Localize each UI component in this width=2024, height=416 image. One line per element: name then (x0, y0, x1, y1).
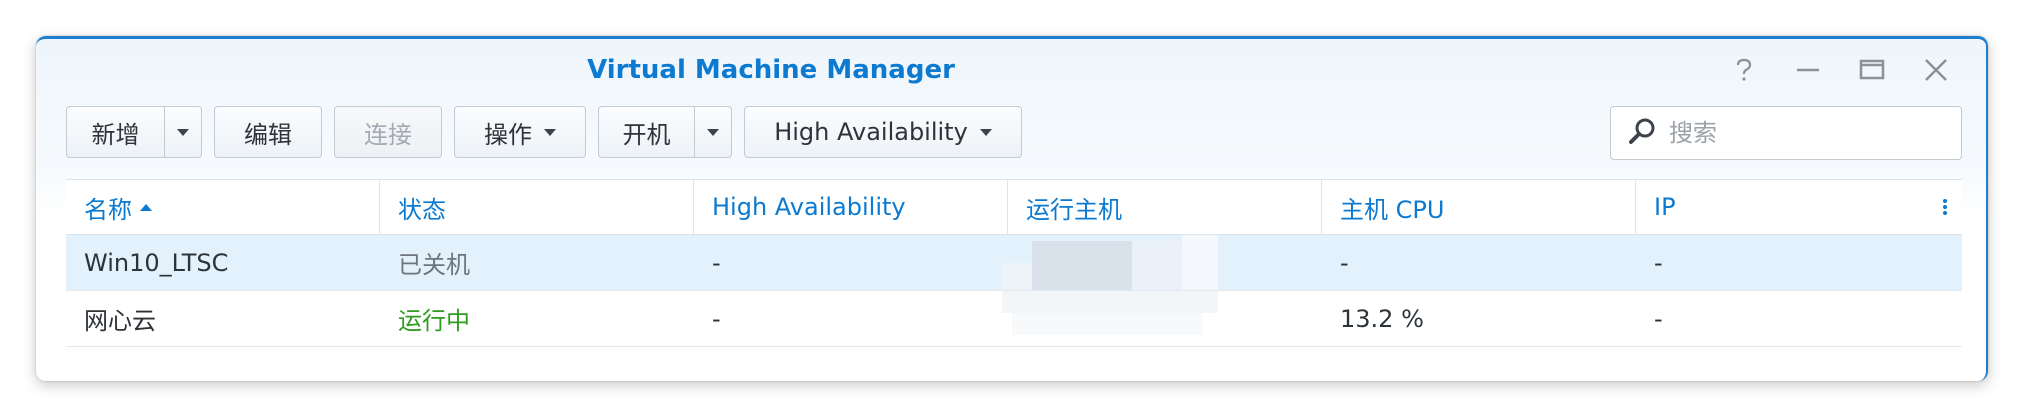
edit-button-label: 编辑 (244, 120, 292, 149)
chevron-down-icon (177, 128, 189, 136)
vm-table: 名称 状态 High Availability 运行主机 主机 CPU IP W… (66, 179, 1962, 347)
chevron-down-icon (707, 128, 719, 136)
edit-button[interactable]: 编辑 (214, 106, 322, 158)
redacted-host-value (1002, 235, 1218, 290)
column-header-name[interactable]: 名称 (66, 180, 380, 234)
vm-name: 网心云 (84, 307, 156, 335)
vm-host-cpu: - (1340, 248, 1349, 277)
vm-ip: - (1654, 304, 1663, 333)
vm-ip: - (1654, 248, 1663, 277)
high-availability-button-label: High Availability (774, 118, 968, 146)
power-on-dropdown-button[interactable] (694, 106, 732, 158)
connect-button[interactable]: 连接 (334, 106, 442, 158)
power-on-button[interactable]: 开机 (598, 106, 694, 158)
column-header-label: 名称 (84, 195, 132, 224)
column-header-status[interactable]: 状态 (380, 180, 694, 234)
table-row[interactable]: 网心云 运行中 - 13.2 % - (66, 291, 1962, 347)
column-header-label: 主机 CPU (1340, 195, 1445, 224)
search-box[interactable] (1610, 106, 1962, 160)
column-header-label: 状态 (398, 195, 446, 224)
vm-host-cpu: 13.2 % (1340, 304, 1424, 333)
chevron-down-icon (544, 128, 556, 136)
create-button-label: 新增 (91, 120, 140, 149)
sort-ascending-icon (140, 203, 152, 211)
table-row[interactable]: Win10_LTSC 已关机 - - - (66, 235, 1962, 291)
search-icon (1627, 116, 1657, 150)
vm-high-availability: - (712, 304, 721, 333)
action-button-label: 操作 (484, 120, 532, 149)
column-header-host[interactable]: 运行主机 (1008, 180, 1322, 234)
window-title: Virtual Machine Manager (587, 55, 955, 85)
connect-button-label: 连接 (364, 120, 412, 149)
vm-name: Win10_LTSC (84, 248, 229, 277)
high-availability-button[interactable]: High Availability (744, 106, 1022, 158)
power-on-button-label: 开机 (622, 120, 671, 149)
close-icon[interactable] (1918, 53, 1954, 87)
vm-status: 运行中 (398, 307, 470, 335)
create-dropdown-button[interactable] (164, 106, 202, 158)
column-header-ip[interactable]: IP (1636, 180, 1928, 234)
minimize-icon[interactable] (1790, 53, 1826, 87)
column-header-label: 运行主机 (1026, 195, 1122, 224)
column-header-high-availability[interactable]: High Availability (694, 180, 1008, 234)
maximize-icon[interactable] (1854, 53, 1890, 87)
redacted-host-value (1002, 291, 1218, 346)
column-header-host-cpu[interactable]: 主机 CPU (1322, 180, 1636, 234)
vm-high-availability: - (712, 248, 721, 277)
chevron-down-icon (979, 128, 992, 136)
search-input[interactable] (1667, 118, 1951, 148)
help-icon[interactable] (1726, 53, 1762, 87)
create-button[interactable]: 新增 (66, 106, 164, 158)
column-header-label: High Availability (712, 193, 906, 221)
table-header: 名称 状态 High Availability 运行主机 主机 CPU IP (66, 180, 1962, 235)
vmm-window: Virtual Machine Manager 新增 编辑 连接 操作 开机 H (36, 36, 1988, 381)
column-header-label: IP (1654, 193, 1676, 221)
column-options-icon[interactable] (1928, 180, 1962, 234)
vm-status: 已关机 (398, 251, 470, 279)
action-button[interactable]: 操作 (454, 106, 586, 158)
